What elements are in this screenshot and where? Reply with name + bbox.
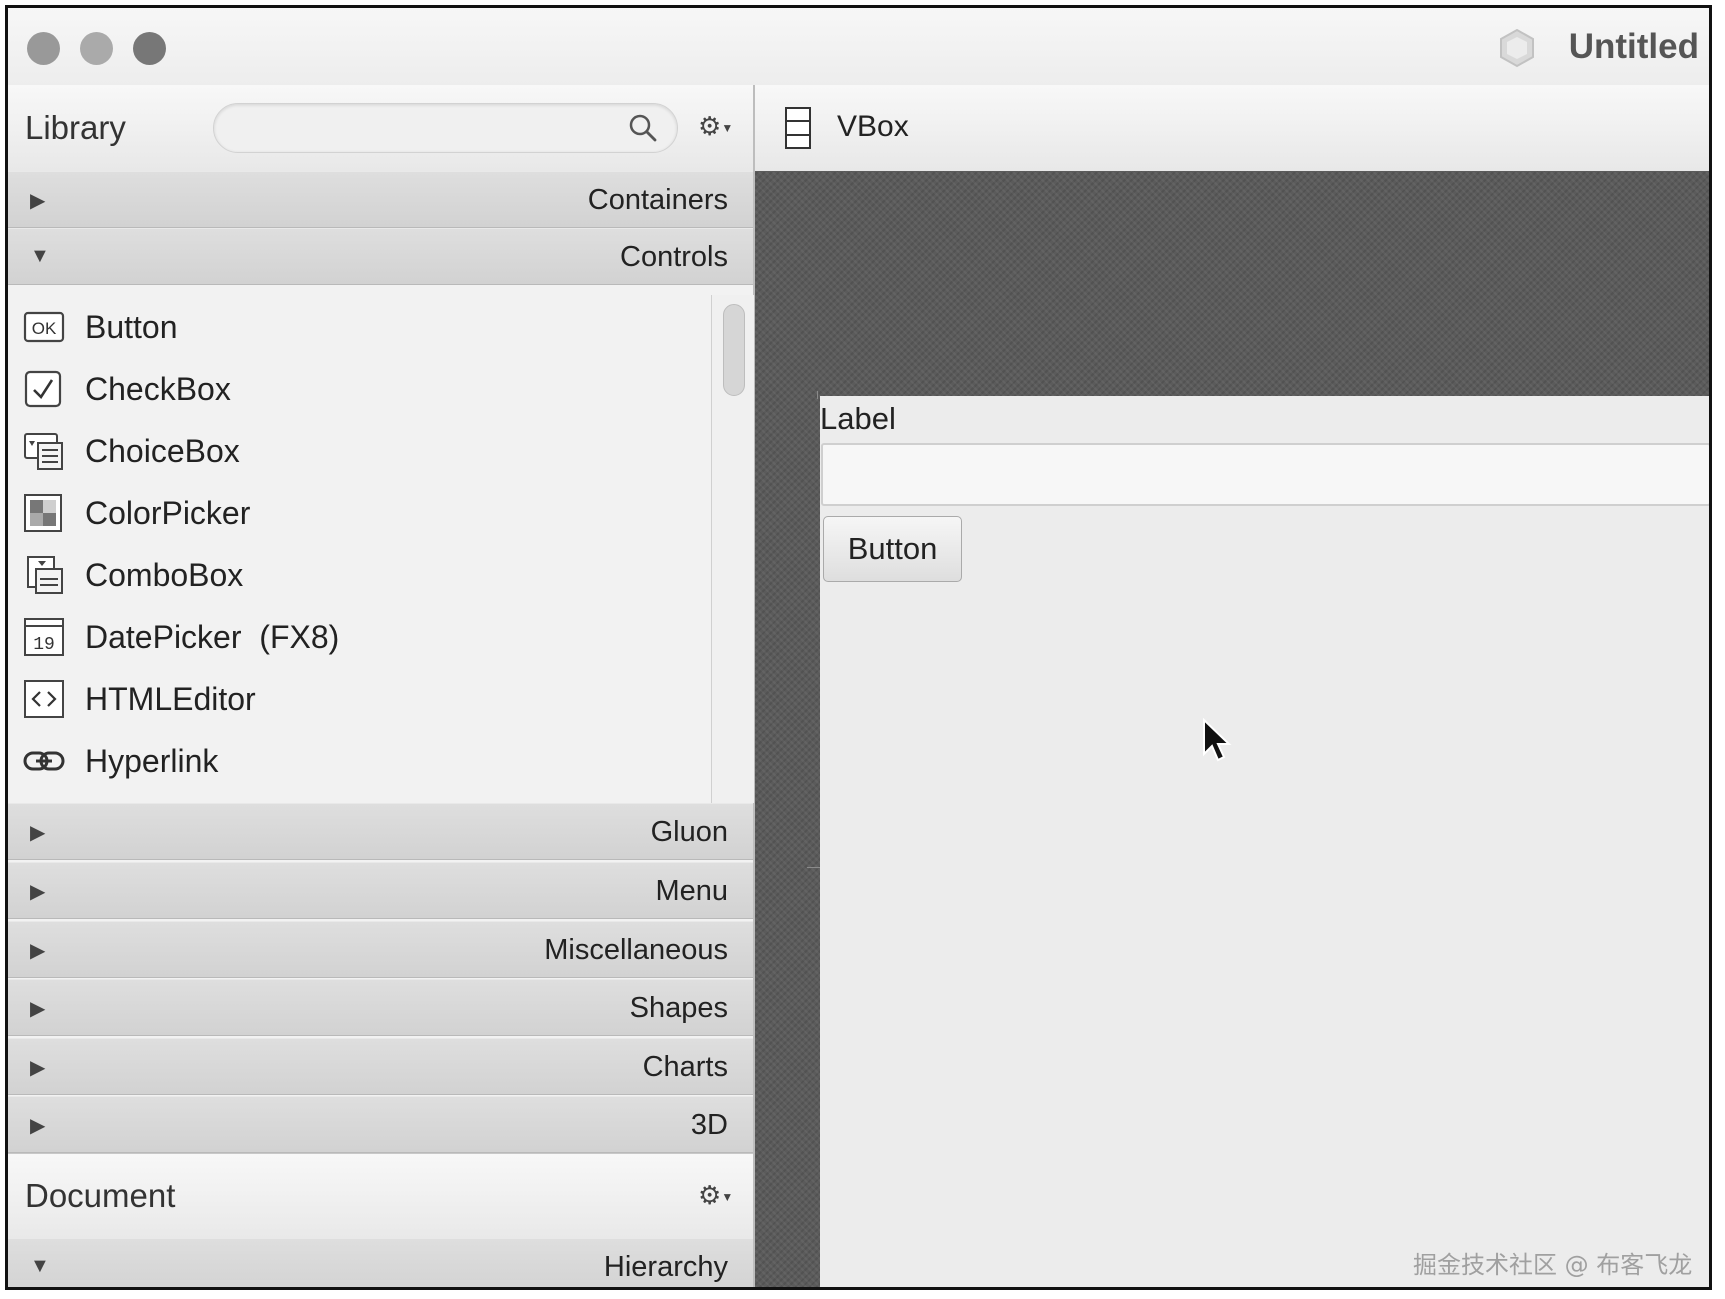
collapsed-arrow-icon: ▶	[30, 1115, 46, 1137]
content-panel: VBox Label Button	[755, 85, 1709, 1287]
section-label: Miscellaneous	[544, 934, 728, 966]
checkbox-icon	[24, 370, 62, 408]
section-label: Menu	[655, 875, 728, 907]
item-label: HTMLEditor	[85, 681, 256, 717]
library-item-choicebox[interactable]: ChoiceBox	[8, 421, 708, 481]
library-search-input[interactable]	[213, 103, 678, 153]
stage-text-field[interactable]	[821, 443, 1709, 506]
controls-list: OK Button CheckBox ChoiceBox ColorPicker…	[8, 295, 754, 803]
section-charts[interactable]: ▶ Charts	[8, 1038, 753, 1095]
item-label: CheckBox	[85, 371, 231, 407]
controls-scrollbar-thumb[interactable]	[723, 304, 745, 396]
section-gluon[interactable]: ▶ Gluon	[8, 803, 753, 860]
item-label: Hyperlink	[85, 743, 219, 779]
combobox-icon	[27, 556, 63, 594]
library-item-hyperlink[interactable]: Hyperlink	[8, 731, 708, 791]
item-label: ComboBox	[85, 557, 244, 593]
vbox-stage[interactable]: Label Button	[820, 396, 1709, 1287]
library-gear-icon[interactable]: ⚙▼	[698, 111, 736, 141]
item-label: ChoiceBox	[85, 433, 240, 469]
document-header: Document ⚙▼	[8, 1153, 753, 1239]
resize-guide	[817, 391, 818, 399]
title-bar: Untitled	[8, 8, 1709, 86]
choicebox-icon	[24, 433, 63, 470]
document-title: Document	[25, 1177, 176, 1214]
collapsed-arrow-icon: ▶	[30, 190, 46, 212]
expanded-arrow-icon: ▼	[30, 1255, 50, 1277]
stage-button[interactable]: Button	[823, 516, 962, 582]
library-title: Library	[25, 109, 126, 146]
hyperlink-icon	[23, 751, 65, 771]
resize-guide	[807, 867, 821, 868]
breadcrumb-bar: VBox	[755, 85, 1709, 172]
minimize-window-button[interactable]	[80, 32, 113, 65]
mouse-cursor-icon	[1203, 718, 1232, 762]
section-menu[interactable]: ▶ Menu	[8, 862, 753, 919]
datepicker-icon: 19	[24, 618, 64, 656]
library-item-button[interactable]: OK Button	[8, 297, 708, 357]
expanded-arrow-icon: ▼	[30, 245, 50, 267]
window-title: Untitled	[1568, 27, 1699, 66]
htmleditor-icon	[24, 680, 64, 718]
section-label: Controls	[620, 241, 728, 273]
section-label: Hierarchy	[603, 1251, 728, 1283]
section-3d[interactable]: ▶ 3D	[8, 1096, 753, 1153]
section-shapes[interactable]: ▶ Shapes	[8, 979, 753, 1036]
collapsed-arrow-icon: ▶	[30, 881, 46, 903]
stage-label[interactable]: Label	[820, 401, 896, 437]
item-label: ColorPicker	[85, 495, 251, 531]
section-label: Charts	[642, 1051, 728, 1083]
search-icon[interactable]	[628, 113, 658, 143]
button-ok-icon: OK	[23, 311, 65, 343]
section-label: 3D	[690, 1109, 728, 1141]
breadcrumb-vbox[interactable]: VBox	[837, 110, 909, 144]
library-item-datepicker[interactable]: 19 DatePicker (FX8)	[8, 607, 708, 667]
section-hierarchy[interactable]: ▼ Hierarchy	[8, 1238, 753, 1287]
item-label: Button	[85, 309, 178, 345]
colorpicker-icon	[24, 494, 62, 532]
section-label: Gluon	[650, 816, 728, 848]
library-item-checkbox[interactable]: CheckBox	[8, 359, 708, 419]
watermark-text: 掘金技术社区 @ 布客飞龙	[1413, 1251, 1693, 1279]
collapsed-arrow-icon: ▶	[30, 822, 46, 844]
document-gear-icon[interactable]: ⚙▼	[698, 1180, 736, 1210]
close-window-button[interactable]	[27, 32, 60, 65]
section-containers[interactable]: ▶ Containers	[8, 171, 753, 228]
library-item-colorpicker[interactable]: ColorPicker	[8, 483, 708, 543]
app-window: Untitled Library ⚙▼ ▶ Containers ▼ Contr…	[5, 5, 1712, 1290]
date-icon-text: 19	[33, 635, 55, 655]
scene-builder-logo-icon	[1500, 28, 1534, 68]
section-controls[interactable]: ▼ Controls	[8, 228, 753, 285]
section-miscellaneous[interactable]: ▶ Miscellaneous	[8, 921, 753, 978]
library-item-combobox[interactable]: ComboBox	[8, 545, 708, 605]
library-item-htmleditor[interactable]: HTMLEditor	[8, 669, 708, 729]
left-panel: Library ⚙▼ ▶ Containers ▼ Controls OK Bu…	[8, 85, 755, 1287]
library-header: Library ⚙▼	[8, 85, 753, 172]
zoom-window-button[interactable]	[133, 32, 166, 65]
vbox-icon	[785, 107, 811, 149]
item-label: DatePicker (FX8)	[85, 619, 340, 655]
collapsed-arrow-icon: ▶	[30, 1057, 46, 1079]
section-label: Containers	[587, 184, 728, 216]
section-label: Shapes	[629, 992, 728, 1024]
design-canvas[interactable]: Label Button	[755, 171, 1709, 1287]
ok-icon-text: OK	[32, 319, 57, 338]
collapsed-arrow-icon: ▶	[30, 940, 46, 962]
collapsed-arrow-icon: ▶	[30, 998, 46, 1020]
